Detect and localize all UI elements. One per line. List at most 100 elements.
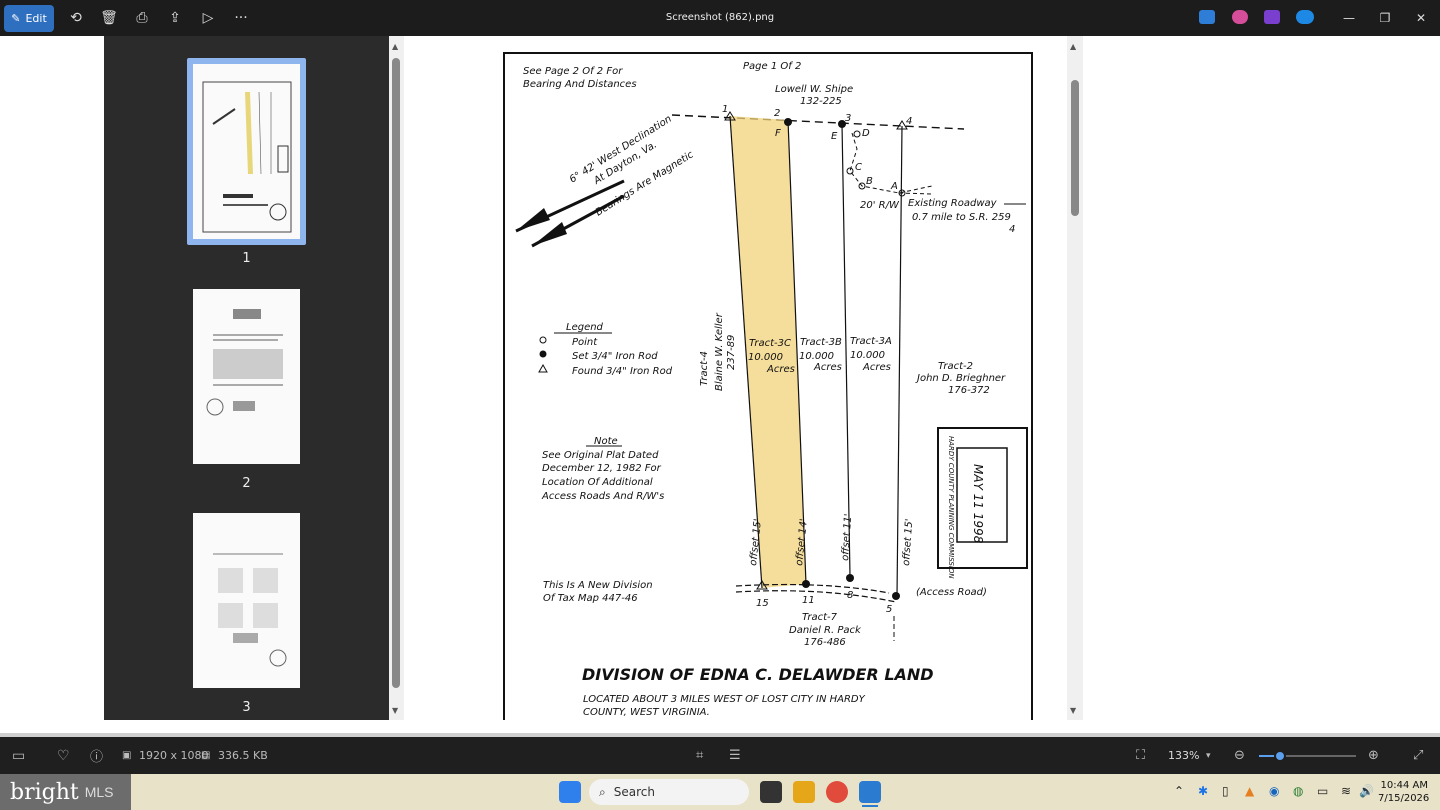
point-label-1: 1	[722, 104, 728, 115]
photos-app-icon[interactable]	[1199, 10, 1215, 24]
row-path-2	[898, 192, 933, 195]
logo-sub: MLS	[84, 784, 114, 800]
marker-11	[802, 580, 810, 588]
zoom-slider-thumb[interactable]	[1274, 750, 1286, 762]
point-label-11: 11	[802, 595, 815, 606]
tract-line-4	[896, 125, 903, 597]
app-tray-icon-2[interactable]: ◍	[1293, 784, 1303, 798]
note-line-3: Location Of Additional	[542, 477, 653, 488]
print-icon[interactable]: ⎙	[126, 4, 158, 32]
zoom-in-icon[interactable]: ⊕	[1368, 737, 1379, 774]
battery-icon[interactable]: ▯	[1222, 784, 1229, 798]
wifi-icon[interactable]: ≋	[1341, 784, 1351, 798]
legend-point: Point	[572, 337, 598, 348]
point-label-a: A	[890, 181, 898, 192]
fullscreen-icon[interactable]: ⤢	[1413, 737, 1423, 774]
point-label-e: E	[831, 131, 838, 142]
dimensions-icon: ▣	[122, 750, 132, 761]
onedrive-icon[interactable]	[1296, 10, 1314, 24]
file-size: 336.5 KB	[218, 749, 268, 762]
point-label-5: 5	[886, 604, 892, 615]
svg-text:offset 15': offset 15'	[901, 518, 915, 566]
tray-overflow-icon[interactable]: ⌃	[1174, 784, 1184, 798]
page-thumbnail-1[interactable]	[193, 64, 300, 239]
plat-drawing: See Page 2 Of 2 For Bearing And Distance…	[503, 52, 1033, 720]
status-bar	[0, 737, 1440, 774]
point-label-f: F	[775, 128, 781, 139]
document-scroll-thumb[interactable]	[1071, 80, 1079, 216]
zoom-dropdown-icon[interactable]: ▾	[1206, 737, 1211, 774]
tract-3a-acres-value: 10.000	[850, 350, 885, 361]
thumbnail-number-2: 2	[242, 476, 251, 491]
tract-2-owner: John D. Brieghner	[915, 373, 1006, 384]
access-road-text: (Access Road)	[916, 587, 987, 598]
legend-title: Legend	[566, 322, 604, 333]
start-icon[interactable]	[559, 781, 581, 803]
edit-button[interactable]: ✎ Edit	[4, 4, 54, 32]
favorite-icon[interactable]: ♡	[57, 737, 70, 774]
zoom-out-icon[interactable]: ⊖	[1234, 737, 1245, 774]
task-view-icon[interactable]	[760, 781, 782, 803]
tract-4-ref: 237-89	[726, 335, 737, 370]
tract-3a-acres: Acres	[862, 362, 891, 373]
tract-3b-label: Tract-3B	[800, 337, 842, 348]
marker-d	[853, 130, 861, 138]
doc-scroll-up-icon[interactable]: ▲	[1070, 42, 1076, 51]
title-bar: ✎ Edit ⟲ 🗑 ⎙ ⇪ ▷ ··· Screenshot (862).pn…	[0, 0, 1440, 36]
fit-to-window-icon[interactable]: ⛶	[1136, 737, 1145, 774]
filmstrip-icon[interactable]: ▭	[12, 737, 25, 774]
document-scrollbar[interactable]: ▲ ▼	[1067, 36, 1083, 720]
volume-icon[interactable]: 🔊	[1359, 784, 1374, 798]
monitor-icon[interactable]: ▭	[1317, 784, 1328, 798]
photos-taskbar-icon[interactable]	[859, 781, 881, 803]
point-label-2: 2	[774, 108, 780, 119]
copilot-icon[interactable]	[1232, 10, 1248, 24]
maximize-button[interactable]: ❐	[1370, 6, 1400, 30]
rotate-icon[interactable]: ⟲	[60, 4, 92, 32]
document-view: See Page 2 Of 2 For Bearing And Distance…	[404, 36, 1067, 720]
note-line-2: December 12, 1982 For	[542, 463, 662, 474]
text-extract-icon[interactable]: ☰	[729, 737, 741, 774]
edit-icon: ✎	[11, 11, 21, 25]
close-button[interactable]: ✕	[1406, 6, 1436, 30]
scroll-up-icon[interactable]: ▲	[392, 42, 398, 51]
minimize-button[interactable]: —	[1334, 6, 1364, 30]
tract-4-label: Tract-4	[699, 351, 710, 386]
info-icon[interactable]: ⓘ	[90, 737, 103, 774]
slideshow-icon[interactable]: ▷	[192, 4, 224, 32]
note-title: Note	[594, 436, 618, 447]
point-label-c: C	[855, 162, 862, 173]
share-icon[interactable]: ⇪	[159, 4, 191, 32]
visual-search-icon[interactable]: ⌗	[696, 737, 703, 774]
doc-scroll-down-icon[interactable]: ▼	[1070, 706, 1076, 715]
system-clock[interactable]: 10:44 AM 7/15/2026	[1378, 779, 1429, 805]
page-thumbnail-2[interactable]	[193, 289, 300, 464]
owner-top-ref: 132-225	[800, 96, 842, 107]
file-explorer-icon[interactable]	[793, 781, 815, 803]
point-label-15: 15	[756, 598, 769, 609]
app-tray-icon[interactable]: ◉	[1269, 784, 1279, 798]
point-label-3: 3	[845, 113, 851, 124]
thumbnail-scroll-thumb[interactable]	[392, 58, 400, 688]
zoom-level[interactable]: 133%	[1168, 737, 1199, 774]
taskbar-search[interactable]: ⌕ Search	[589, 779, 749, 805]
vlc-icon[interactable]: ▲	[1245, 784, 1254, 798]
point-label-8: 8	[847, 590, 853, 601]
tract-3b-acres-value: 10.000	[799, 351, 834, 362]
thumbnail-2-preview	[206, 309, 283, 416]
roadway-text-2: 0.7 mile to S.R. 259	[912, 212, 1011, 223]
marker-8	[846, 574, 854, 582]
scroll-down-icon[interactable]: ▼	[392, 706, 398, 715]
point-label-d: D	[862, 128, 870, 139]
thumbnail-scrollbar[interactable]: ▲ ▼	[389, 36, 404, 720]
page-thumbnail-3[interactable]	[193, 513, 300, 688]
delete-icon[interactable]: 🗑	[93, 4, 125, 32]
tract-3b-acres: Acres	[813, 362, 842, 373]
thumbnail-number-3: 3	[242, 700, 251, 715]
tract-2-label: Tract-2	[938, 361, 973, 372]
bluetooth-icon[interactable]: ✱	[1198, 784, 1208, 798]
marker-2	[784, 118, 792, 126]
more-options-icon[interactable]: ···	[225, 4, 257, 32]
clipchamp-icon[interactable]	[1264, 10, 1280, 24]
chrome-icon[interactable]	[826, 781, 848, 803]
